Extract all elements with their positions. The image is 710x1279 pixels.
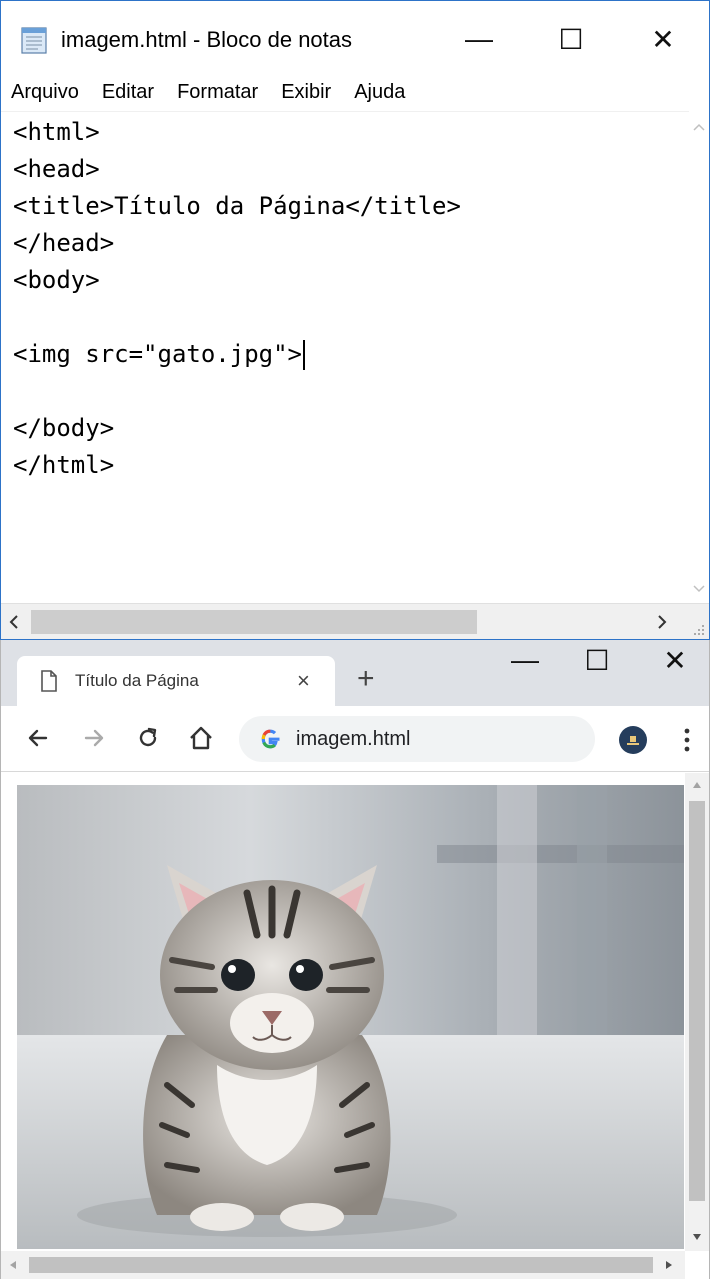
scroll-right-arrow-icon[interactable] — [657, 615, 667, 629]
notepad-close-button[interactable]: ✕ — [633, 17, 693, 61]
home-button[interactable] — [184, 718, 218, 758]
code-line-9: </body> — [13, 414, 115, 442]
notepad-minimize-button[interactable]: — — [449, 17, 509, 61]
browser-tab[interactable]: Título da Página × — [17, 656, 335, 706]
notepad-menubar: Arquivo Editar Formatar Exibir Ajuda — [1, 73, 709, 111]
google-g-icon — [261, 729, 280, 749]
code-line-5: <body> — [13, 266, 100, 294]
scroll-up-arrow-icon[interactable] — [692, 781, 702, 789]
reload-icon — [139, 727, 157, 747]
scroll-up-arrow-icon[interactable] — [693, 123, 705, 131]
notepad-hscroll-thumb[interactable] — [31, 610, 477, 634]
notepad-horizontal-scrollbar[interactable] — [1, 603, 709, 639]
forward-arrow-icon — [84, 729, 104, 747]
scroll-down-arrow-icon[interactable] — [692, 1233, 702, 1241]
notepad-app-icon — [21, 27, 47, 54]
resize-grip-icon[interactable] — [693, 624, 705, 636]
code-line-2: <head> — [13, 155, 100, 183]
maximize-icon: ☐ — [584, 644, 610, 676]
notepad-text-area[interactable]: <html> <head> <title>Título da Página</t… — [1, 111, 689, 603]
tab-title: Título da Página — [75, 671, 199, 690]
close-icon: ✕ — [651, 23, 675, 55]
scroll-down-arrow-icon[interactable] — [693, 585, 705, 593]
code-line-10: </html> — [13, 451, 115, 479]
menu-arquivo[interactable]: Arquivo — [11, 81, 79, 104]
browser-vscroll-thumb[interactable] — [689, 801, 705, 1201]
minimize-icon: — — [465, 23, 493, 54]
code-line-1: <html> — [13, 118, 100, 146]
browser-maximize-button[interactable]: ☐ — [567, 638, 627, 682]
menu-exibir[interactable]: Exibir — [281, 81, 331, 104]
home-icon — [190, 726, 212, 750]
tab-close-icon[interactable]: × — [297, 668, 310, 694]
forward-button[interactable] — [77, 718, 111, 758]
code-line-7: <img src="gato.jpg"> — [13, 336, 305, 373]
document-icon — [41, 670, 57, 692]
scroll-left-arrow-icon[interactable] — [9, 1260, 17, 1270]
code-line-7-text: <img src="gato.jpg"> — [13, 340, 302, 368]
browser-hscroll-thumb[interactable] — [29, 1257, 653, 1273]
menu-editar[interactable]: Editar — [102, 81, 154, 104]
scroll-right-arrow-icon[interactable] — [665, 1260, 673, 1270]
maximize-icon: ☐ — [558, 23, 584, 55]
new-tab-button[interactable]: + — [357, 664, 375, 694]
text-caret — [302, 340, 305, 370]
browser-viewport — [1, 773, 709, 1279]
menu-ajuda[interactable]: Ajuda — [354, 81, 405, 104]
notepad-vertical-scrollbar[interactable] — [689, 111, 709, 603]
notepad-titlebar[interactable]: imagem.html - Bloco de notas — ☐ ✕ — [1, 1, 709, 71]
menu-formatar[interactable]: Formatar — [177, 81, 258, 104]
back-arrow-icon — [28, 729, 48, 747]
reload-button[interactable] — [131, 718, 165, 758]
close-icon: ✕ — [663, 644, 687, 676]
browser-minimize-button[interactable]: — — [495, 638, 555, 682]
url-text: imagem.html — [296, 728, 411, 750]
browser-horizontal-scrollbar[interactable] — [1, 1251, 685, 1279]
cat-image-graphic — [17, 785, 684, 1249]
notepad-window: imagem.html - Bloco de notas — ☐ ✕ Arqui… — [0, 0, 710, 640]
browser-window: Título da Página × + — ☐ ✕ imagem.html — [0, 640, 710, 1279]
profile-avatar-icon[interactable] — [619, 726, 647, 754]
kebab-menu-icon[interactable] — [677, 724, 697, 756]
code-line-3: <title>Título da Página</title> — [13, 192, 461, 220]
notepad-window-title: imagem.html - Bloco de notas — [61, 27, 353, 52]
address-bar[interactable]: imagem.html — [239, 716, 595, 762]
browser-vertical-scrollbar[interactable] — [685, 773, 709, 1251]
code-line-4: </head> — [13, 229, 115, 257]
notepad-maximize-button[interactable]: ☐ — [541, 17, 601, 61]
minimize-icon: — — [511, 644, 539, 675]
scroll-left-arrow-icon[interactable] — [9, 615, 19, 629]
cat-kitten-photo — [17, 785, 684, 1249]
browser-close-button[interactable]: ✕ — [645, 638, 705, 682]
profile-emblem — [627, 736, 639, 745]
browser-toolbar: imagem.html — [1, 706, 709, 772]
browser-tabstrip[interactable]: Título da Página × + — ☐ ✕ — [1, 640, 709, 706]
back-button[interactable] — [21, 718, 55, 758]
